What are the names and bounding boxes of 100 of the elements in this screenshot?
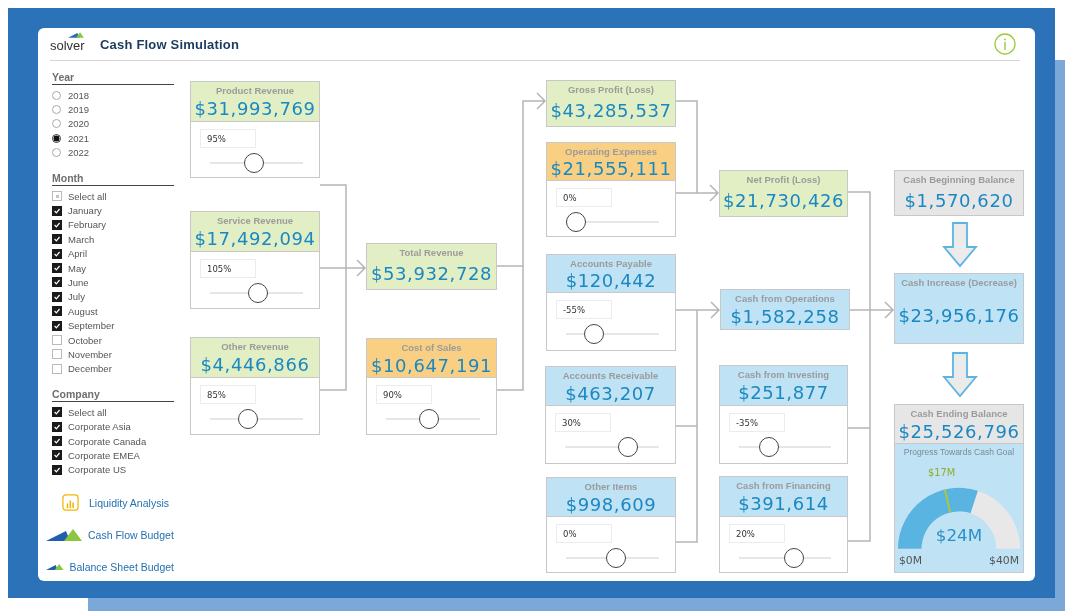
card-title: Product Revenue — [215, 85, 295, 96]
option-label[interactable]: June — [68, 277, 89, 288]
checkbox[interactable] — [52, 291, 62, 302]
mountain-icon — [46, 529, 82, 541]
option-label[interactable]: February — [68, 219, 106, 231]
option-label[interactable]: April — [68, 248, 87, 260]
percent-input[interactable]: 90% — [376, 385, 432, 404]
option-label[interactable]: 2020 — [68, 118, 90, 130]
option-label[interactable]: July — [68, 291, 85, 303]
option-label[interactable]: Corporate Asia — [68, 421, 131, 433]
checkbox[interactable] — [52, 234, 62, 245]
option-label[interactable]: September — [68, 320, 115, 332]
slider-thumb[interactable] — [759, 437, 780, 457]
percent-input[interactable]: -35% — [729, 413, 785, 432]
option-label[interactable]: Corporate EMEA — [68, 449, 140, 461]
report-link[interactable]: Cash Flow Budget — [88, 529, 174, 541]
option-label[interactable]: 2022 — [68, 147, 90, 159]
target-label: $17M — [927, 467, 956, 479]
down-arrow-icon — [942, 352, 978, 398]
checkbox[interactable] — [52, 306, 62, 317]
option-label[interactable]: 2018 — [68, 89, 90, 101]
percent-input[interactable]: 85% — [200, 385, 256, 404]
option-label[interactable]: January — [68, 205, 102, 217]
card-value: $4,446,866 — [200, 353, 310, 377]
option-label[interactable]: Select all — [68, 406, 107, 418]
card-title: Gross Profit (Loss) — [567, 84, 654, 95]
slider-thumb[interactable] — [584, 324, 605, 344]
card-title: Net Profit (Loss) — [746, 174, 821, 185]
gauge-max-label: $40M — [989, 553, 1020, 567]
report-link[interactable]: Liquidity Analysis — [89, 497, 169, 509]
percent-input[interactable]: 30% — [555, 413, 611, 432]
gauge-value: $24M — [935, 525, 983, 545]
checkbox[interactable] — [52, 450, 62, 461]
checkbox[interactable] — [52, 320, 62, 331]
card-value: $53,932,728 — [370, 262, 493, 286]
slider-thumb[interactable] — [606, 548, 627, 568]
card-title: Accounts Payable — [570, 258, 652, 269]
checkbox[interactable] — [52, 407, 62, 418]
card-value: $463,207 — [565, 381, 656, 405]
percent-input[interactable]: 105% — [200, 259, 256, 278]
option-label[interactable]: Corporate Canada — [68, 435, 147, 447]
checkbox[interactable] — [52, 464, 62, 475]
option-label[interactable]: October — [68, 334, 102, 346]
report-title: Cash Flow Simulation — [100, 36, 240, 52]
down-arrow-icon — [942, 222, 978, 268]
checkbox[interactable] — [52, 363, 62, 374]
slider-thumb[interactable] — [418, 409, 439, 429]
slider-thumb[interactable] — [243, 153, 264, 173]
card-title: Cash Ending Balance — [910, 408, 1008, 419]
checkbox[interactable] — [52, 277, 62, 288]
card-value: $10,647,191 — [370, 353, 493, 377]
card-value: $21,555,111 — [550, 157, 672, 180]
slider-thumb[interactable] — [247, 283, 268, 303]
card-value: $120,442 — [565, 269, 657, 292]
checkbox[interactable] — [52, 263, 62, 274]
bar-chart-icon — [62, 494, 79, 512]
percent-input[interactable]: 0% — [556, 188, 612, 207]
report-link[interactable]: Balance Sheet Budget — [69, 561, 174, 573]
percent-input[interactable]: 20% — [729, 524, 785, 543]
option-label[interactable]: May — [68, 262, 86, 274]
card-title: Cost of Sales — [401, 342, 462, 353]
card-title: Cash from Investing — [737, 369, 830, 380]
card-title: Service Revenue — [216, 215, 293, 226]
option-label[interactable]: Corporate US — [68, 464, 127, 476]
percent-input[interactable]: -55% — [556, 300, 612, 319]
checkbox[interactable] — [52, 191, 62, 202]
logo: solver — [50, 38, 85, 53]
percent-input[interactable]: 0% — [556, 524, 612, 543]
card-value: $21,730,426 — [722, 189, 845, 213]
filter-heading: Year — [52, 71, 174, 85]
checkbox[interactable] — [52, 219, 62, 230]
percent-input[interactable]: 95% — [200, 129, 256, 148]
card-title: Other Items — [584, 481, 638, 492]
card-value: $251,877 — [738, 381, 829, 405]
checkbox[interactable] — [52, 248, 62, 259]
option-label[interactable]: November — [68, 348, 112, 360]
card-title: Accounts Receivable — [562, 370, 659, 381]
checkbox[interactable] — [52, 205, 62, 216]
slider-thumb[interactable] — [783, 548, 804, 568]
option-label[interactable]: December — [68, 363, 112, 375]
option-label[interactable]: August — [68, 305, 98, 317]
radio-button[interactable] — [52, 133, 61, 143]
card-value: $31,993,769 — [194, 97, 316, 121]
filter-heading: Company — [52, 388, 174, 403]
card-title: Total Revenue — [399, 247, 464, 258]
card-value: $43,285,537 — [550, 99, 672, 123]
option-label[interactable]: Select all — [68, 190, 107, 202]
checkbox[interactable] — [52, 349, 62, 360]
checkbox[interactable] — [52, 421, 62, 432]
card-value: $17,492,094 — [194, 227, 316, 251]
option-label[interactable]: 2021 — [68, 132, 90, 144]
option-label[interactable]: March — [68, 233, 95, 245]
checkbox[interactable] — [52, 335, 62, 346]
slider-thumb[interactable] — [566, 212, 586, 232]
slider-thumb[interactable] — [238, 409, 259, 429]
gauge-min-label: $0M — [898, 553, 923, 567]
option-label[interactable]: 2019 — [68, 104, 90, 116]
slider-thumb[interactable] — [618, 437, 639, 457]
checkbox[interactable] — [52, 436, 62, 446]
card-title: Cash Increase (Decrease) — [901, 277, 1017, 288]
